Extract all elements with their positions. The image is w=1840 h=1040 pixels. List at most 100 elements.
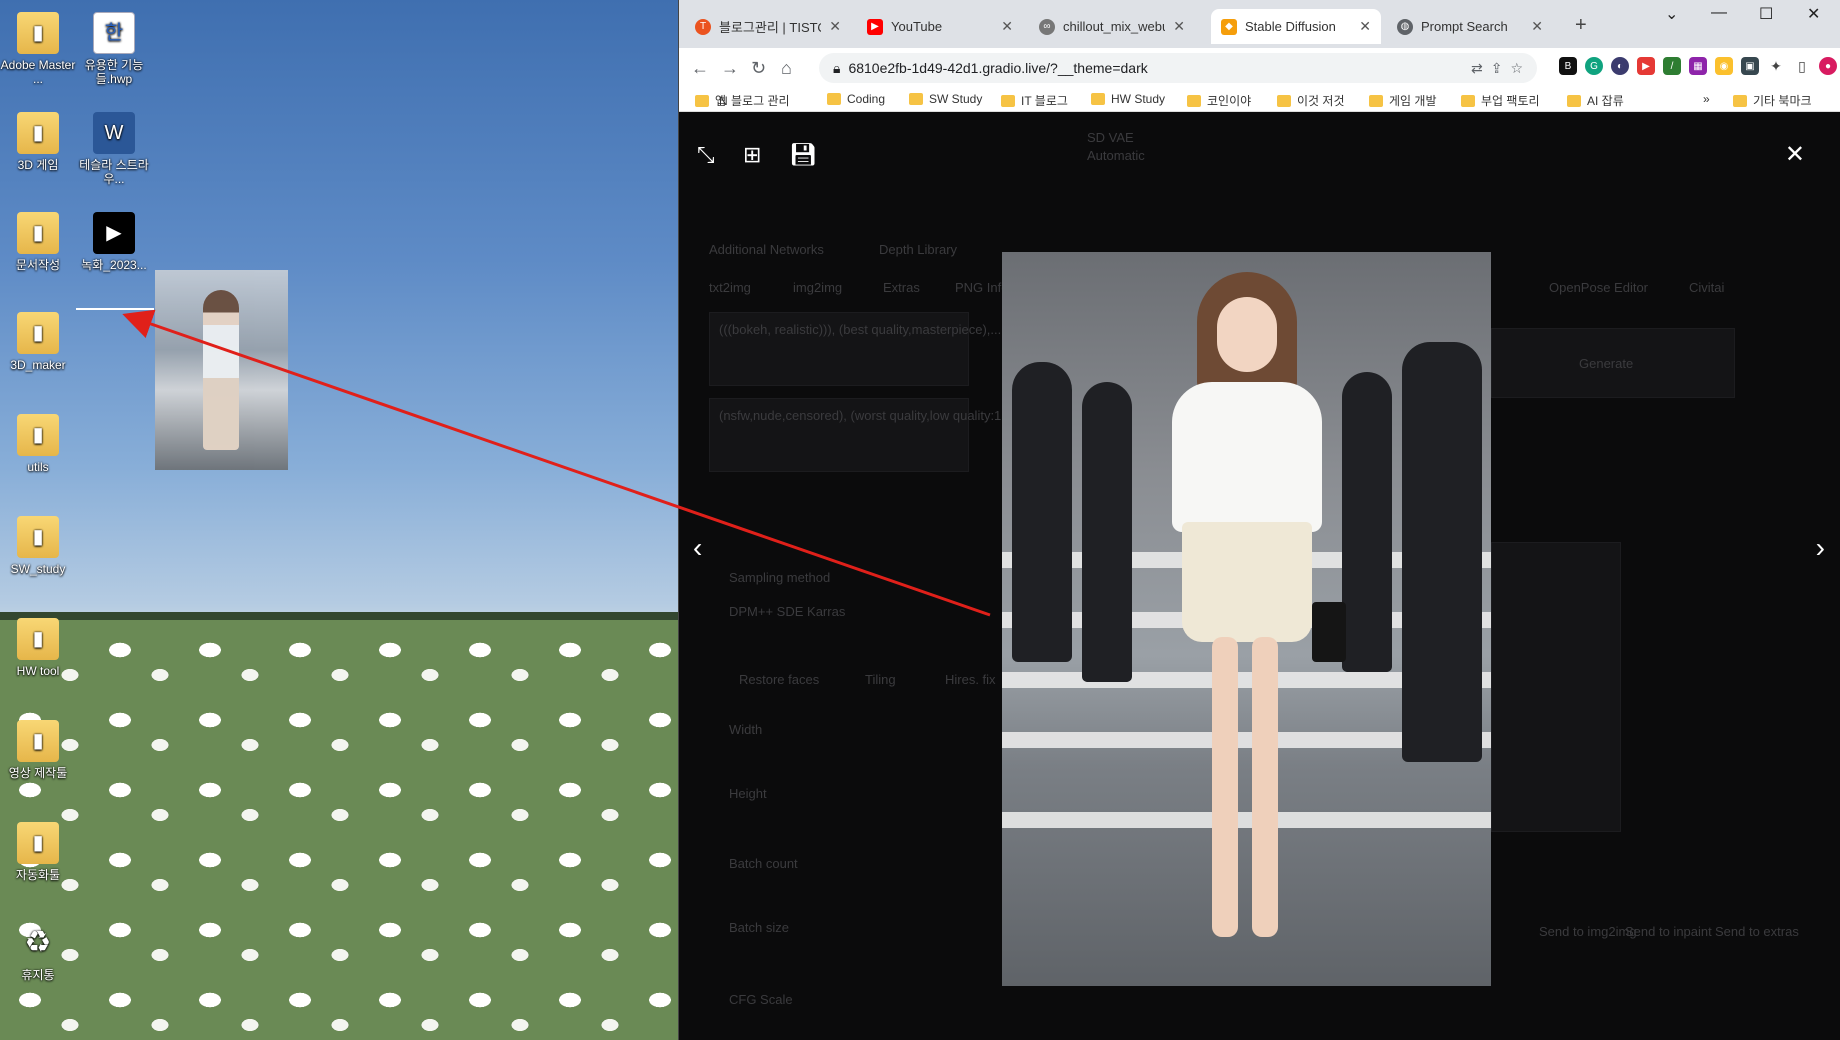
tab-prompt-search[interactable]: ◍ Prompt Search ✕: [1387, 9, 1553, 44]
folder-icon: ▮: [17, 618, 59, 660]
bookmark-it-blog[interactable]: IT 블로그: [1001, 92, 1068, 109]
desktop-icon-recording[interactable]: ▶ 녹화_2023...: [74, 212, 154, 272]
word-document-icon: W: [93, 112, 135, 154]
prev-image-arrow[interactable]: ‹: [693, 532, 702, 564]
folder-icon: ▮: [17, 112, 59, 154]
folder-icon: ▮: [17, 12, 59, 54]
tab-extras: Extras: [883, 280, 920, 295]
bookmark-sw-study[interactable]: SW Study: [909, 92, 982, 106]
sidepanel-icon[interactable]: ▯: [1793, 57, 1811, 75]
close-icon[interactable]: ✕: [1785, 140, 1805, 169]
extension-icon[interactable]: ◐: [1611, 57, 1629, 75]
tab-youtube[interactable]: ▶ YouTube ✕: [857, 9, 1023, 44]
reload-button[interactable]: ↻: [751, 58, 766, 79]
extension-icon[interactable]: G: [1585, 57, 1603, 75]
desktop-icon-recycle-bin[interactable]: ♻ 휴지통: [0, 922, 78, 983]
link-icon: ∞: [1039, 18, 1055, 35]
desktop-icon-sw-study[interactable]: ▮ SW_study: [0, 516, 78, 576]
share-icon[interactable]: ⇪: [1491, 60, 1503, 77]
window-close-button[interactable]: ✕: [1807, 4, 1820, 24]
dragged-image-thumbnail[interactable]: [155, 270, 288, 470]
desktop-icon-adobe-master[interactable]: ▮ Adobe Master ...: [0, 12, 78, 86]
extension-icon[interactable]: ▶: [1637, 57, 1655, 75]
tab-civitai: Civitai: [1689, 280, 1725, 295]
bookmark-game-dev[interactable]: 게임 개발: [1369, 92, 1437, 109]
chevron-down-icon[interactable]: ⌄: [1665, 4, 1678, 24]
forward-button[interactable]: →: [721, 58, 739, 79]
extension-icon[interactable]: B: [1559, 57, 1577, 75]
generate-label: Generate: [1579, 356, 1634, 371]
desktop-icon-automation[interactable]: ▮ 자동화툴: [0, 822, 78, 882]
new-tab-button[interactable]: +: [1575, 14, 1587, 37]
folder-icon: ▮: [17, 212, 59, 254]
output-gallery-ghost: [1491, 542, 1621, 832]
maximize-button[interactable]: ☐: [1759, 4, 1773, 24]
bookmark-ai[interactable]: AI 잡류: [1567, 92, 1624, 109]
grid-icon[interactable]: ⊞: [743, 142, 761, 168]
folder-icon: [1567, 94, 1581, 107]
folder-icon: ▮: [17, 312, 59, 354]
height-label: Height: [729, 786, 767, 801]
home-button[interactable]: ⌂: [781, 58, 792, 79]
chrome-window: T 블로그관리 | TISTORY ✕ ▶ YouTube ✕ ∞ chillo…: [678, 0, 1840, 1040]
cfg-scale-label: CFG Scale: [729, 992, 793, 1007]
bookmarks-overflow-chevron[interactable]: »: [1703, 92, 1710, 106]
tab-colab[interactable]: ∞ chillout_mix_webui_colab ✕: [1029, 9, 1195, 44]
address-bar[interactable]: 🔒︎ 6810e2fb-1d49-42d1.gradio.live/?__the…: [819, 53, 1537, 83]
extension-icon[interactable]: ▣: [1741, 57, 1759, 75]
puzzle-icon[interactable]: ✦: [1767, 57, 1785, 75]
folder-icon: ▮: [17, 414, 59, 456]
tab-openpose-editor: OpenPose Editor: [1549, 280, 1649, 295]
close-icon[interactable]: ✕: [1359, 18, 1371, 35]
positive-prompt-text: (((bokeh, realistic))), (best quality,ma…: [719, 322, 1002, 337]
desktop-icon-word-doc[interactable]: W 테슬라 스트라우...: [74, 112, 154, 186]
bookmark-misc[interactable]: 이것 저것: [1277, 92, 1345, 109]
folder-icon: [1187, 94, 1201, 107]
drop-insertion-line: [76, 308, 154, 310]
bookmark-coin[interactable]: 코인이야: [1187, 92, 1251, 109]
sd-vae-label: SD VAE: [1087, 130, 1134, 145]
close-icon[interactable]: ✕: [829, 18, 841, 35]
tab-strip: T 블로그관리 | TISTORY ✕ ▶ YouTube ✕ ∞ chillo…: [679, 0, 1840, 48]
desktop-icon-hw-tool[interactable]: ▮ HW tool: [0, 618, 78, 678]
next-image-arrow[interactable]: ›: [1816, 532, 1825, 564]
youtube-icon: ▶: [867, 18, 883, 35]
folder-icon: [1733, 94, 1747, 107]
apps-icon: [695, 94, 709, 107]
star-icon[interactable]: ☆: [1510, 60, 1523, 77]
back-button[interactable]: ←: [691, 58, 709, 79]
fullscreen-icon[interactable]: ⤡: [697, 142, 715, 168]
desktop-icon-hwp-file[interactable]: 한 유용한 기능 들.hwp: [74, 12, 154, 86]
bookmark-coding[interactable]: Coding: [827, 92, 885, 106]
desktop-icon-3d-game[interactable]: ▮ 3D 게임: [0, 112, 78, 172]
desktop-icon-docs-folder[interactable]: ▮ 문서작성: [0, 212, 78, 272]
extension-icon[interactable]: ◉: [1715, 57, 1733, 75]
bookmark-blog-admin[interactable]: N 블로그 관리: [719, 92, 790, 109]
translate-icon[interactable]: ⇄: [1471, 60, 1483, 77]
tab-stable-diffusion[interactable]: ◆ Stable Diffusion ✕: [1211, 9, 1381, 44]
sampling-method-label: Sampling method: [729, 570, 831, 585]
desktop-icon-3d-maker[interactable]: ▮ 3D_maker: [0, 312, 78, 372]
tab-tistory[interactable]: T 블로그관리 | TISTORY ✕: [685, 9, 851, 44]
extension-icon[interactable]: /: [1663, 57, 1681, 75]
close-icon[interactable]: ✕: [1531, 18, 1543, 35]
desktop-icon-video-tools[interactable]: ▮ 영상 제작툴: [0, 720, 78, 780]
close-icon[interactable]: ✕: [1173, 18, 1185, 35]
send-to-inpaint: Send to inpaint: [1625, 924, 1712, 939]
extension-icon[interactable]: ▦: [1689, 57, 1707, 75]
save-icon[interactable]: 💾︎: [789, 142, 817, 168]
desktop-icon-utils[interactable]: ▮ utils: [0, 414, 78, 474]
bookmark-side-job[interactable]: 부업 팩토리: [1461, 92, 1540, 109]
sd-vae-value: Automatic: [1087, 148, 1145, 163]
minimize-button[interactable]: —: [1711, 4, 1727, 22]
bookmark-hw-study[interactable]: HW Study: [1091, 92, 1165, 106]
tab-txt2img: txt2img: [709, 280, 751, 295]
recycle-bin-icon: ♻: [24, 926, 52, 959]
tab-png-info: PNG Info: [955, 280, 1009, 295]
folder-icon: [909, 93, 923, 105]
folder-icon: [1277, 94, 1291, 107]
profile-avatar[interactable]: ●: [1819, 57, 1837, 75]
close-icon[interactable]: ✕: [1001, 18, 1013, 35]
generated-image[interactable]: [1002, 252, 1491, 986]
bookmark-other[interactable]: 기타 북마크: [1733, 92, 1812, 109]
